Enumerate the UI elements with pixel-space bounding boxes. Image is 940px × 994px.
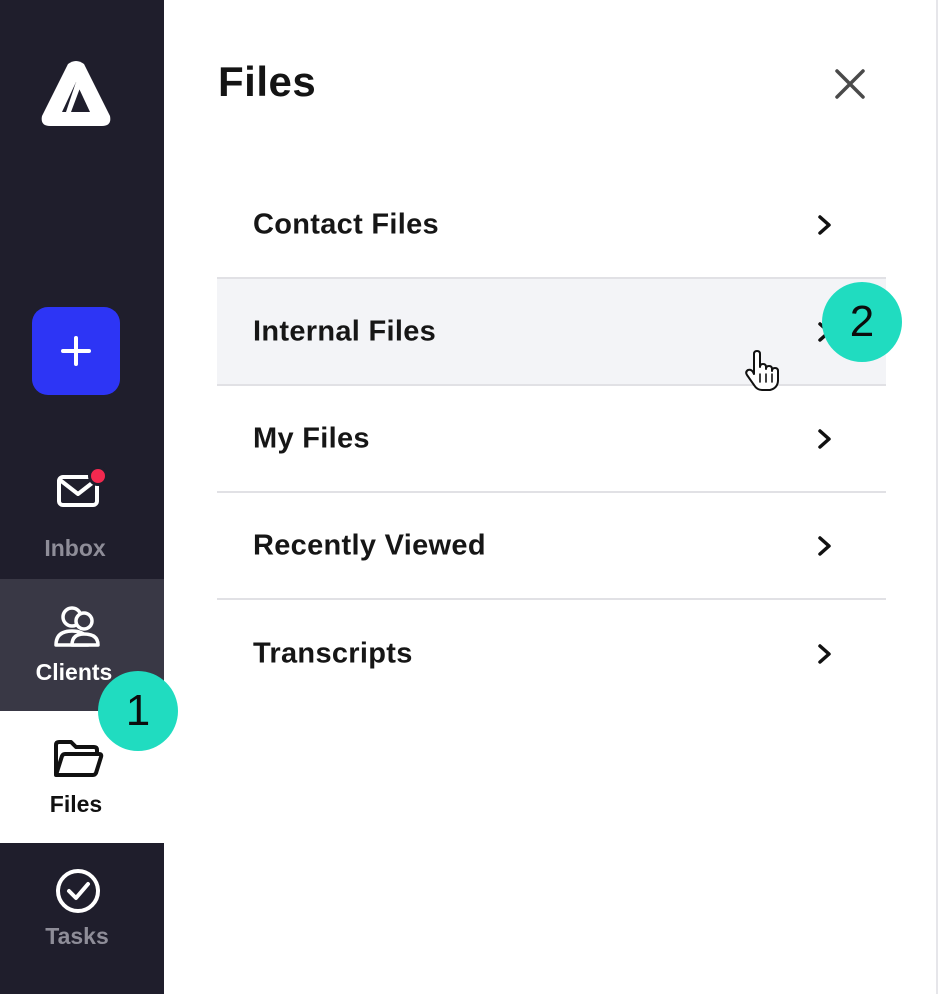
menu-item-label: My Files: [253, 422, 370, 454]
sidebar-item-inbox[interactable]: Inbox: [0, 447, 164, 579]
panel-divider: [936, 0, 938, 994]
chevron-right-icon: [818, 428, 831, 449]
sidebar-item-label: Tasks: [45, 923, 109, 949]
menu-item-label: Recently Viewed: [253, 529, 486, 561]
files-panel: Files Contact Files Internal Files My Fi…: [164, 0, 936, 994]
files-menu: Contact Files Internal Files My Files Re…: [217, 172, 886, 707]
menu-item-label: Transcripts: [253, 637, 413, 669]
menu-item-my-files[interactable]: My Files: [217, 386, 886, 493]
sidebar: Inbox Clients Files Tasks: [0, 0, 164, 994]
sidebar-item-label: Inbox: [44, 535, 106, 561]
menu-item-transcripts[interactable]: Transcripts: [217, 600, 886, 707]
app-logo-icon: [41, 61, 111, 126]
chevron-right-icon: [818, 535, 831, 556]
hand-pointer-cursor-icon: [745, 350, 779, 391]
panel-title: Files: [218, 58, 317, 105]
menu-item-recently-viewed[interactable]: Recently Viewed: [217, 493, 886, 600]
close-icon: [835, 69, 865, 99]
step-badge-2: 2: [822, 282, 902, 362]
app-window: Inbox Clients Files Tasks Files Contact …: [0, 0, 940, 994]
sidebar-item-tasks[interactable]: Tasks: [0, 843, 164, 975]
sidebar-item-label: Files: [49, 791, 103, 817]
check-circle-icon: [56, 869, 100, 913]
menu-item-internal-files[interactable]: Internal Files: [217, 279, 886, 386]
chevron-right-icon: [818, 643, 831, 664]
menu-item-label: Contact Files: [253, 208, 439, 240]
menu-item-label: Internal Files: [253, 315, 437, 347]
plus-icon: [61, 336, 91, 366]
notification-dot: [88, 466, 108, 486]
menu-item-contact-files[interactable]: Contact Files: [217, 172, 886, 279]
chevron-right-icon: [818, 214, 831, 235]
create-new-button[interactable]: [32, 307, 120, 395]
folder-icon: [54, 740, 104, 777]
step-badge-1: 1: [98, 671, 178, 751]
close-button[interactable]: [830, 64, 870, 104]
users-icon: [54, 606, 100, 647]
